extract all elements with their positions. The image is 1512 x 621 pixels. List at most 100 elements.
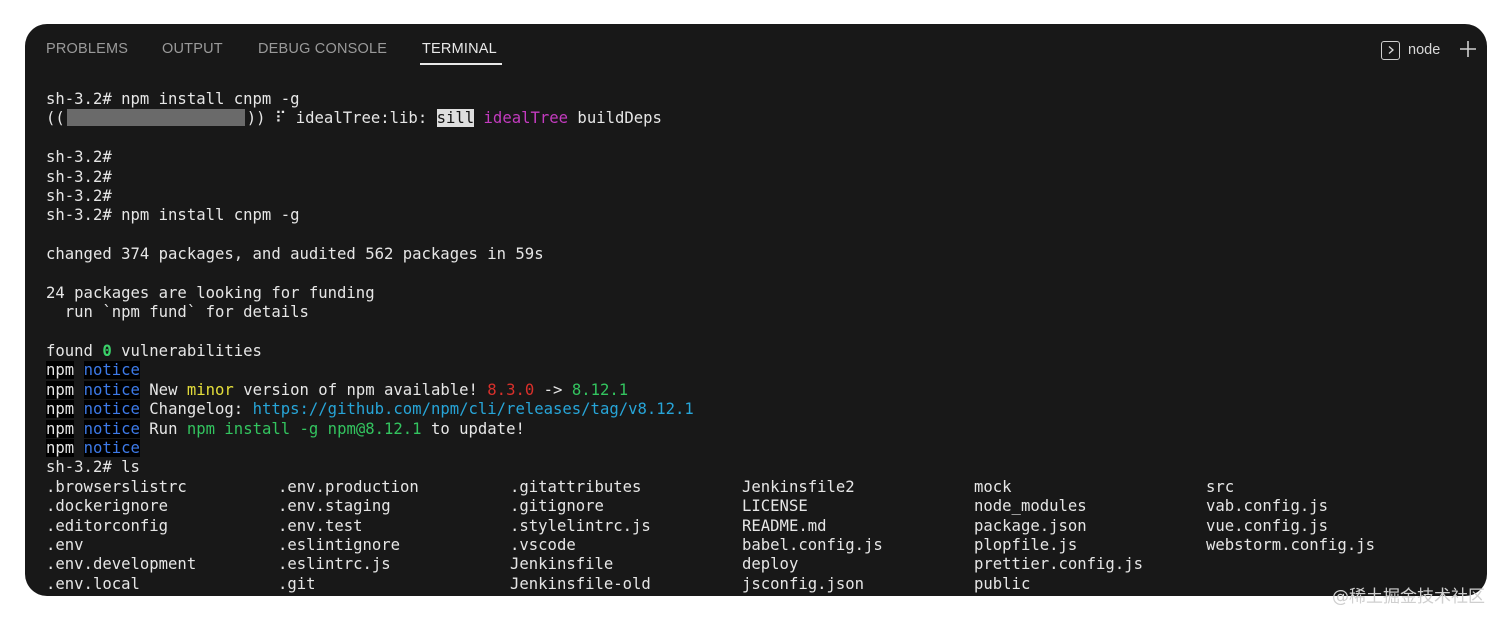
ls-entry: .dockerignore [46,497,169,516]
spinner-glyph: ⠏ [265,109,296,128]
ls-entry: Jenkinsfile-old [510,574,651,593]
tab-debug-console[interactable]: DEBUG CONSOLE [258,41,387,57]
npm-prefix: npm [46,439,75,458]
tab-output[interactable]: OUTPUT [162,41,223,57]
progress-close: )) [246,109,266,128]
ls-entry: .env.local [46,574,140,593]
ls-entry: Jenkinsfile2 [742,477,855,496]
ls-entry: .git [278,574,316,593]
ls-entry: public [974,574,1031,593]
version-arrow: -> [534,380,572,399]
terminal-line: sh-3.2# ls [46,458,140,477]
vulnerability-count: 0 [102,342,112,361]
ls-entry: vab.config.js [1206,497,1329,516]
shell-selector[interactable]: node [1381,40,1440,60]
terminal-line: changed 374 packages, and audited 562 pa… [46,245,544,264]
ls-output: .browserslistrc .dockerignore .editorcon… [46,478,1487,594]
npm-notice-line: npm notice New minor version of npm avai… [46,380,1487,400]
npm-prefix: npm [46,380,75,399]
npm-prefix: npm [46,400,75,419]
shell-label: node [1408,42,1441,58]
ls-entry: package.json [974,516,1087,535]
progress-message: buildDeps [568,109,662,128]
new-version: 8.12.1 [571,380,629,399]
npm-notice-line: npm notice Run npm install -g npm@8.12.1… [46,419,1487,439]
found-prefix: found [46,342,103,361]
ls-entry: .browserslistrc [46,477,187,496]
ls-entry: deploy [742,555,799,574]
npm-prefix: npm [46,419,75,438]
watermark: @稀土掘金技术社区 [1332,587,1485,607]
ls-entry: plopfile.js [974,536,1078,554]
npm-notice-line: npm notice [46,439,1487,458]
progress-open: (( [46,109,65,128]
ls-entry: .env.production [278,477,419,496]
npm-notice-line: npm notice [46,361,1487,380]
notice-tag: notice [83,361,140,380]
ls-entry: mock [974,477,1012,496]
terminal-panel: PROBLEMS OUTPUT DEBUG CONSOLE TERMINAL n… [25,24,1487,596]
notice-text: Changelog: [139,400,253,419]
terminal-icon [1381,40,1400,60]
tab-problems[interactable]: PROBLEMS [46,41,128,57]
ls-entry: .env.test [278,516,363,535]
npm-notice-line: npm notice Changelog: https://github.com… [46,400,1487,419]
notice-text: New [139,380,187,399]
ls-entry: babel.config.js [742,536,883,554]
ls-entry: .env.development [46,555,197,574]
terminal-line: sh-3.2# [46,167,112,186]
progress-tag: idealTree [483,109,569,128]
ls-entry: .env.staging [278,497,391,516]
ls-entry: .stylelintrc.js [510,516,651,535]
ls-entry: .gitattributes [510,477,642,496]
ls-entry: .eslintrc.js [278,555,391,574]
ls-entry: Jenkinsfile [510,555,614,574]
old-version: 8.3.0 [487,380,535,399]
release-type: minor [186,380,234,399]
plus-icon[interactable] [1458,38,1478,60]
ls-entry: .gitignore [510,497,604,516]
ls-entry: node_modules [974,497,1087,516]
terminal-line: run `npm fund` for details [46,303,309,322]
ls-entry: src [1206,477,1235,496]
found-suffix: vulnerabilities [111,342,262,361]
npm-prefix: npm [46,361,75,380]
changelog-link[interactable]: https://github.com/npm/cli/releases/tag/… [253,400,694,418]
terminal-line-found: found 0 vulnerabilities [46,342,1487,361]
notice-tag: notice [83,439,140,458]
ls-entry: LICENSE [742,497,808,516]
notice-tag: notice [83,380,140,399]
ls-entry: .eslintignore [278,536,401,554]
ls-entry: prettier.config.js [974,555,1143,574]
notice-tag: notice [83,419,140,438]
notice-text: to update! [421,419,525,438]
notice-tag: notice [83,400,140,419]
ls-entry: README.md [742,516,827,535]
notice-text: Run [139,419,187,438]
terminal-line: sh-3.2# [46,186,112,205]
notice-text: version of npm available! [233,380,488,399]
terminal-line: sh-3.2# [46,148,112,167]
ls-entry: vue.config.js [1206,516,1329,535]
update-command: npm install -g npm@8.12.1 [186,419,422,438]
ls-entry: .env [46,536,84,554]
panel-tab-bar: PROBLEMS OUTPUT DEBUG CONSOLE TERMINAL n… [25,24,1487,76]
terminal-line: sh-3.2# npm install cnpm -g [46,90,300,108]
progress-stage: idealTree:lib: [295,109,437,128]
ls-entry: .editorconfig [46,516,169,535]
ls-entry: .vscode [510,536,576,554]
progress-bar [66,109,245,127]
ls-entry: jsconfig.json [742,574,865,593]
terminal-line: 24 packages are looking for funding [46,283,375,302]
log-level-badge: sill [436,109,475,128]
ls-entry: webstorm.config.js [1206,536,1375,554]
terminal-output[interactable]: sh-3.2# npm install cnpm -g (()) ⠏ ideal… [46,90,1487,596]
terminal-line-progress: (()) ⠏ idealTree:lib: sill idealTree bui… [46,109,1487,128]
tab-terminal[interactable]: TERMINAL [422,41,497,57]
active-tab-indicator [420,63,502,65]
terminal-line: sh-3.2# npm install cnpm -g [46,206,300,225]
